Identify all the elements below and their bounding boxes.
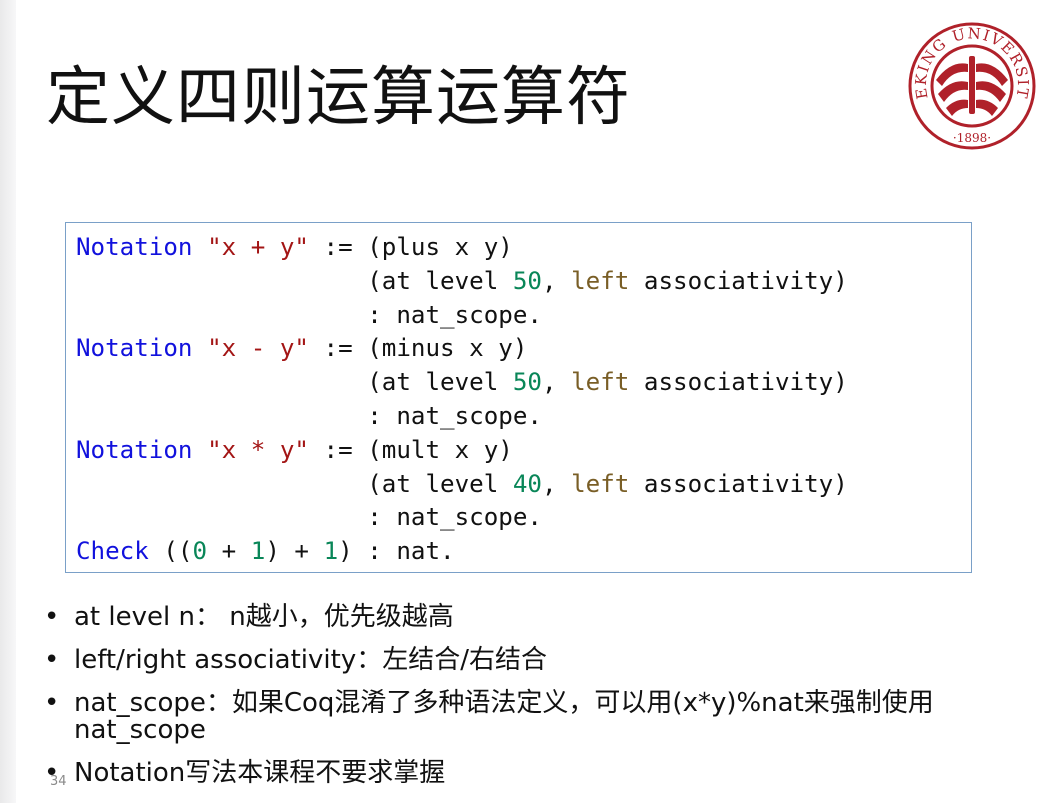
bullet-item-at-level: at level n： n越小，优先级越高	[44, 604, 1004, 632]
code-token: Notation	[76, 233, 193, 261]
code-block: Notation "x + y" := (plus x y) (at level…	[65, 222, 972, 573]
code-token: Notation	[76, 435, 193, 464]
code-token: 1	[323, 537, 339, 566]
code-token: ((	[148, 537, 193, 566]
code-token: : nat_scope.	[76, 401, 542, 430]
code-line: Notation "x * y" := (mult x y)	[76, 434, 848, 468]
code-token: left	[571, 469, 630, 498]
code-token: 1	[250, 537, 266, 566]
bullet-list: at level n： n越小，优先级越高 left/right associa…	[44, 604, 1004, 788]
code-token: : nat_scope.	[76, 300, 542, 329]
code-token: "x + y"	[207, 233, 309, 261]
slide-left-strip	[0, 0, 16, 803]
code-token: ,	[542, 469, 572, 498]
code-token: (at level	[76, 469, 513, 498]
code-token: +	[207, 537, 251, 566]
peking-university-seal: PEKING UNIVERSITY ·1898·	[906, 20, 1036, 150]
code-token: 50	[512, 266, 542, 295]
seal-year: ·1898·	[953, 131, 991, 145]
code-token: ,	[542, 368, 572, 397]
code-line: : nat_scope.	[76, 299, 848, 333]
code-token: "x * y"	[207, 435, 309, 464]
code-token: 50	[512, 368, 542, 397]
code-token: associativity)	[629, 266, 848, 295]
code-token: associativity)	[629, 368, 848, 397]
page-number: 34	[50, 774, 67, 789]
code-token: left	[571, 368, 630, 397]
code-token: ) : nat.	[338, 537, 455, 566]
code-token: (at level	[76, 266, 513, 295]
bullet-item-nat-scope: nat_scope：如果Coq混淆了多种语法定义，可以用(x*y)%nat来强制…	[44, 690, 1004, 744]
code-token: ) +	[265, 537, 324, 566]
slide-title: 定义四则运算运算符	[46, 61, 631, 135]
code-token: "x - y"	[207, 334, 309, 363]
code-token: (at level	[76, 368, 513, 397]
seal-emblem-icon	[936, 56, 1008, 116]
code-token: := (mult x y)	[309, 435, 513, 464]
code-content: Notation "x + y" := (plus x y) (at level…	[76, 231, 848, 569]
bullet-item-notation: Notation写法本课程不要求掌握	[44, 760, 1004, 788]
code-token: ,	[542, 266, 572, 295]
code-line: Check ((0 + 1) + 1) : nat.	[76, 535, 848, 569]
code-token: left	[571, 266, 630, 295]
code-token: associativity)	[629, 469, 848, 498]
code-token: := (minus x y)	[309, 334, 528, 363]
code-line: (at level 50, left associativity)	[76, 366, 848, 400]
code-token: Notation	[76, 334, 193, 363]
code-token: := (plus x y)	[309, 233, 513, 261]
bullet-item-associativity: left/right associativity：左结合/右结合	[44, 647, 1004, 675]
code-line: : nat_scope.	[76, 400, 848, 434]
code-line: Notation "x + y" := (plus x y)	[76, 231, 848, 265]
code-token: : nat_scope.	[76, 503, 542, 532]
code-line: Notation "x - y" := (minus x y)	[76, 332, 848, 366]
code-token: Check	[76, 537, 149, 566]
code-line: (at level 40, left associativity)	[76, 468, 848, 502]
code-line: : nat_scope.	[76, 501, 848, 535]
code-token: 0	[192, 537, 208, 566]
code-line: (at level 50, left associativity)	[76, 265, 848, 299]
code-token: 40	[512, 469, 542, 498]
